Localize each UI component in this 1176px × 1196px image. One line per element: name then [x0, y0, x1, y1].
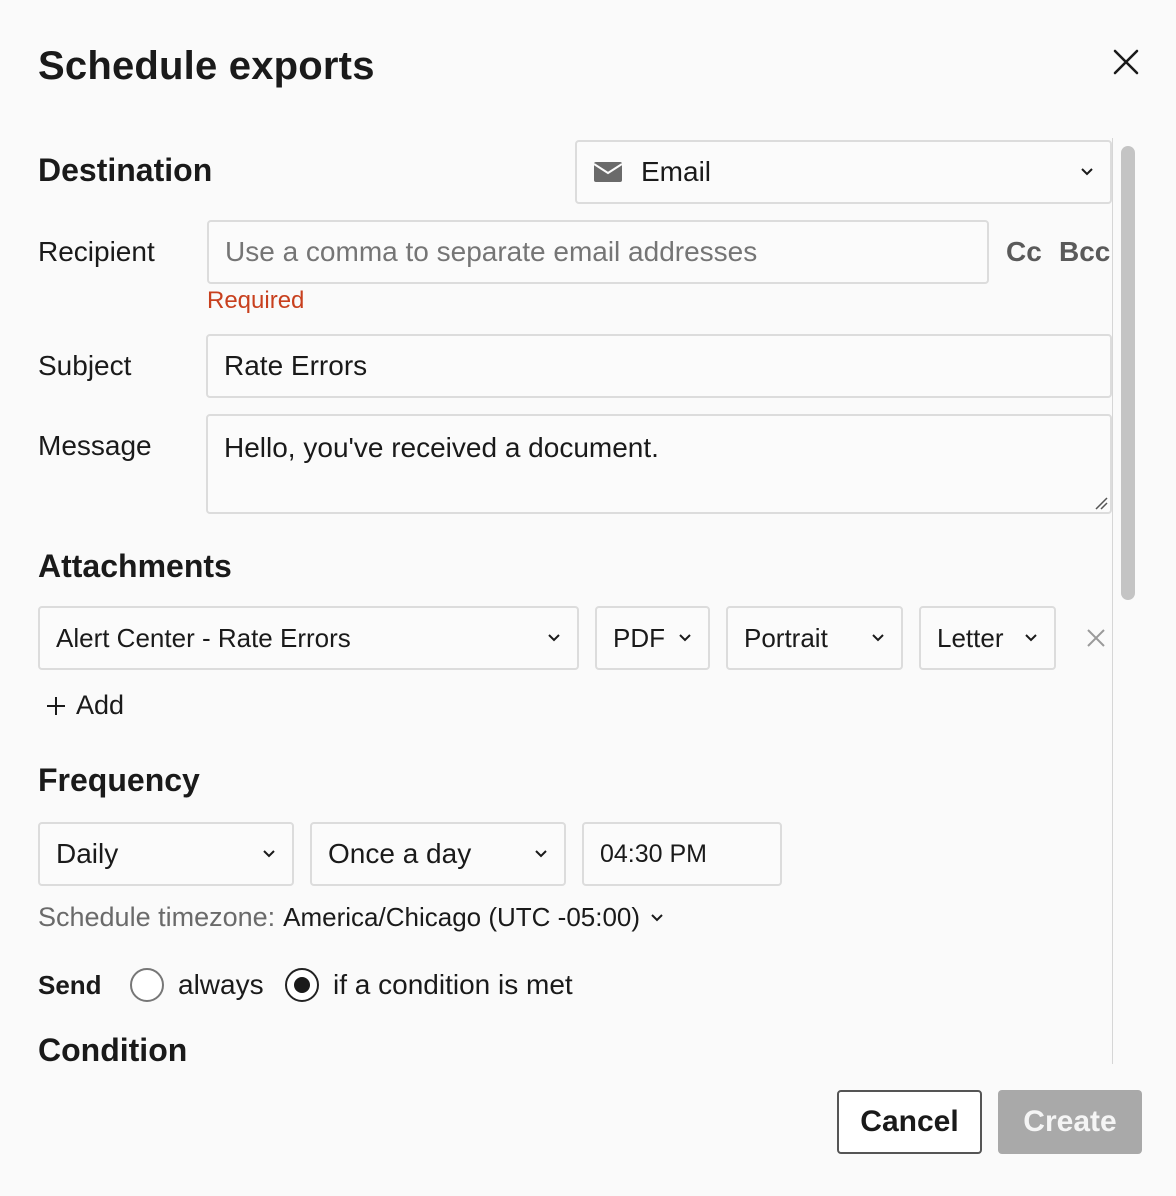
- chevron-down-icon: [263, 850, 275, 858]
- destination-select-value: Email: [641, 156, 712, 187]
- bcc-button[interactable]: Bcc: [1059, 236, 1110, 268]
- schedule-exports-dialog: Schedule exports Destination Email Recip…: [0, 0, 1176, 1196]
- cc-button[interactable]: Cc: [1006, 236, 1042, 268]
- frequency-repeat-select[interactable]: Once a day: [310, 822, 566, 886]
- attachment-paper-select[interactable]: Letter: [919, 606, 1056, 670]
- destination-heading: Destination: [38, 152, 213, 188]
- destination-select[interactable]: Email: [575, 140, 1112, 204]
- chevron-down-icon: [872, 634, 884, 642]
- subject-label: Subject: [38, 350, 132, 381]
- condition-heading: Condition: [38, 1032, 188, 1068]
- dialog-title: Schedule exports: [38, 44, 375, 88]
- send-label: Send: [38, 970, 102, 1000]
- add-attachment-button[interactable]: Add: [46, 690, 124, 721]
- attachment-orientation-select[interactable]: Portrait: [726, 606, 903, 670]
- timezone-value: America/Chicago (UTC -05:00): [283, 902, 641, 932]
- close-icon: [1113, 49, 1139, 75]
- message-textarea-value: Hello, you've received a document.: [224, 432, 659, 463]
- cancel-button[interactable]: Cancel: [837, 1090, 982, 1154]
- radio-always[interactable]: [130, 968, 164, 1002]
- attachment-paper-value: Letter: [937, 622, 1004, 653]
- attachment-orientation-value: Portrait: [744, 622, 828, 653]
- close-button[interactable]: [1106, 42, 1146, 82]
- remove-attachment-icon[interactable]: [1086, 628, 1106, 648]
- frequency-period-value: Daily: [56, 838, 119, 869]
- attachment-format-value: PDF: [613, 622, 665, 653]
- message-textarea[interactable]: Hello, you've received a document.: [206, 414, 1112, 514]
- send-option-always[interactable]: always: [130, 968, 264, 1002]
- attachment-format-select[interactable]: PDF: [595, 606, 710, 670]
- send-option-always-label: always: [178, 969, 264, 1000]
- chevron-down-icon: [1025, 634, 1037, 642]
- subject-input-value: Rate Errors: [224, 350, 368, 381]
- message-label: Message: [38, 430, 152, 461]
- attachment-report-select[interactable]: Alert Center - Rate Errors: [38, 606, 579, 670]
- subject-input[interactable]: Rate Errors: [206, 334, 1112, 398]
- scrollbar-track: [1112, 138, 1113, 1064]
- send-option-condition-label: if a condition is met: [333, 969, 573, 1000]
- chevron-down-icon: [679, 634, 691, 642]
- resize-handle-icon[interactable]: [1092, 494, 1108, 510]
- envelope-icon: [593, 162, 623, 182]
- chevron-down-icon: [535, 850, 547, 858]
- recipient-error: Required: [207, 287, 305, 314]
- timezone-select[interactable]: America/Chicago (UTC -05:00): [283, 902, 664, 933]
- frequency-time-value: 04:30 PM: [600, 839, 708, 868]
- attachment-report-value: Alert Center - Rate Errors: [56, 622, 351, 653]
- plus-icon: [47, 696, 65, 715]
- timezone-row: Schedule timezone: America/Chicago (UTC …: [38, 902, 664, 933]
- frequency-repeat-value: Once a day: [328, 838, 472, 869]
- frequency-period-select[interactable]: Daily: [38, 822, 294, 886]
- chevron-down-icon: [1081, 168, 1093, 176]
- radio-selected-dot: [294, 977, 310, 993]
- frequency-time-input[interactable]: 04:30 PM: [582, 822, 782, 886]
- create-button[interactable]: Create: [998, 1090, 1142, 1154]
- frequency-heading: Frequency: [38, 762, 200, 798]
- recipient-input[interactable]: [207, 220, 989, 284]
- chevron-down-icon: [548, 634, 560, 642]
- timezone-label: Schedule timezone:: [38, 902, 276, 932]
- attachments-heading: Attachments: [38, 548, 232, 584]
- add-attachment-label: Add: [76, 690, 125, 720]
- send-option-condition[interactable]: if a condition is met: [285, 968, 573, 1002]
- radio-condition[interactable]: [285, 968, 319, 1002]
- chevron-down-icon: [651, 913, 663, 921]
- scrollbar-thumb[interactable]: [1121, 146, 1135, 600]
- recipient-label: Recipient: [38, 236, 155, 267]
